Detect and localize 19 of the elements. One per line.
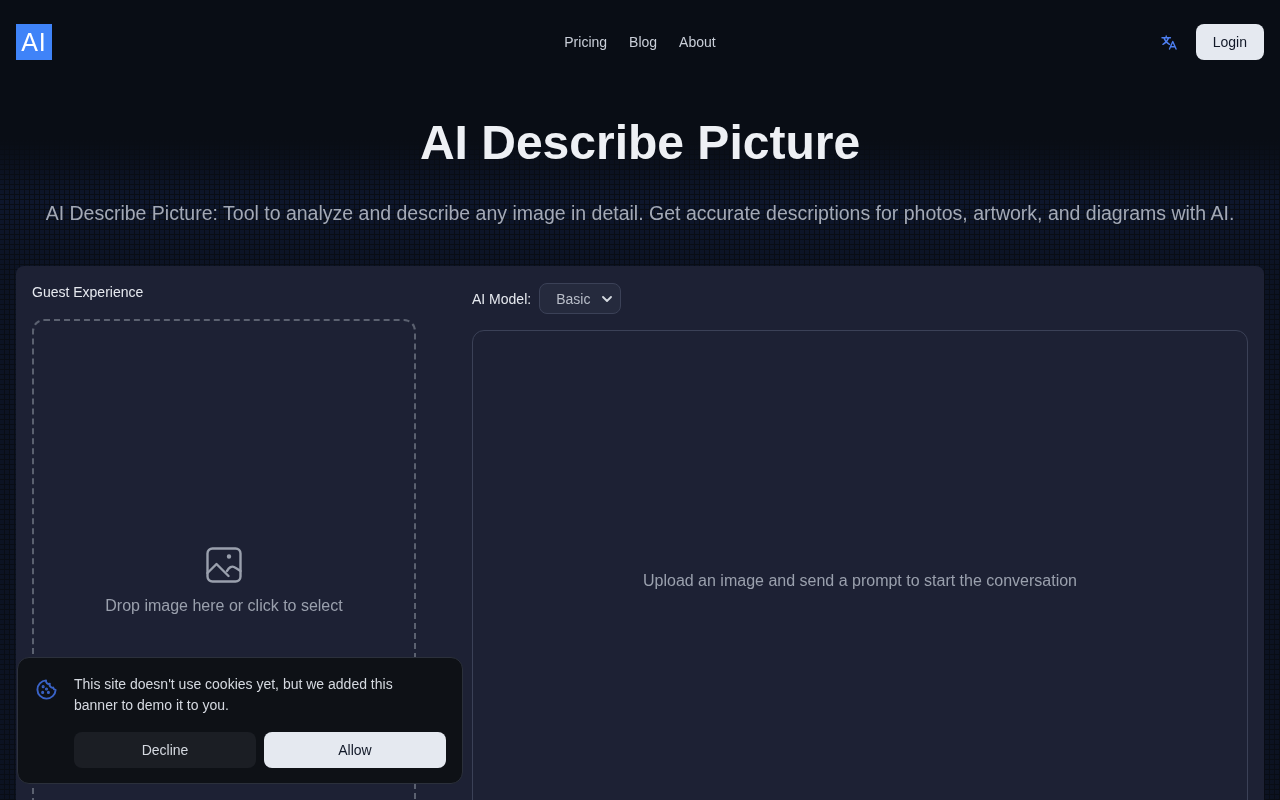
nav-link[interactable]: Blog — [629, 34, 658, 50]
chevron-down-icon — [602, 295, 613, 302]
cookie-icon — [35, 678, 58, 701]
nav-link[interactable]: About — [679, 34, 716, 50]
dropzone-hint: Drop image here or click to select — [105, 597, 343, 615]
page-subtitle: AI Describe Picture: Tool to analyze and describe any image in detail. Get accurate descriptions for photos, artwork, and diagrams with AI. — [44, 201, 1236, 226]
nav-link[interactable]: Pricing — [564, 34, 608, 50]
page-title: AI Describe Picture — [418, 115, 862, 171]
image-icon — [206, 547, 242, 583]
cookie-button[interactable]: Decline — [74, 732, 256, 768]
logo[interactable]: AI — [16, 24, 52, 60]
cookie-button[interactable]: Allow — [264, 732, 446, 768]
panel-heading: Guest Experience — [32, 284, 145, 300]
login-button[interactable]: Login — [1195, 24, 1264, 60]
empty-conversation-message: Upload an image and send a prompt to start the conversation — [642, 572, 1077, 590]
cookie-message: This site doesn't use cookies yet, but we added this banner to demo it to you. — [74, 675, 394, 715]
model-label: AI Model: — [472, 290, 532, 307]
model-select[interactable]: Basic — [539, 283, 622, 314]
translate-icon[interactable] — [1160, 34, 1178, 50]
